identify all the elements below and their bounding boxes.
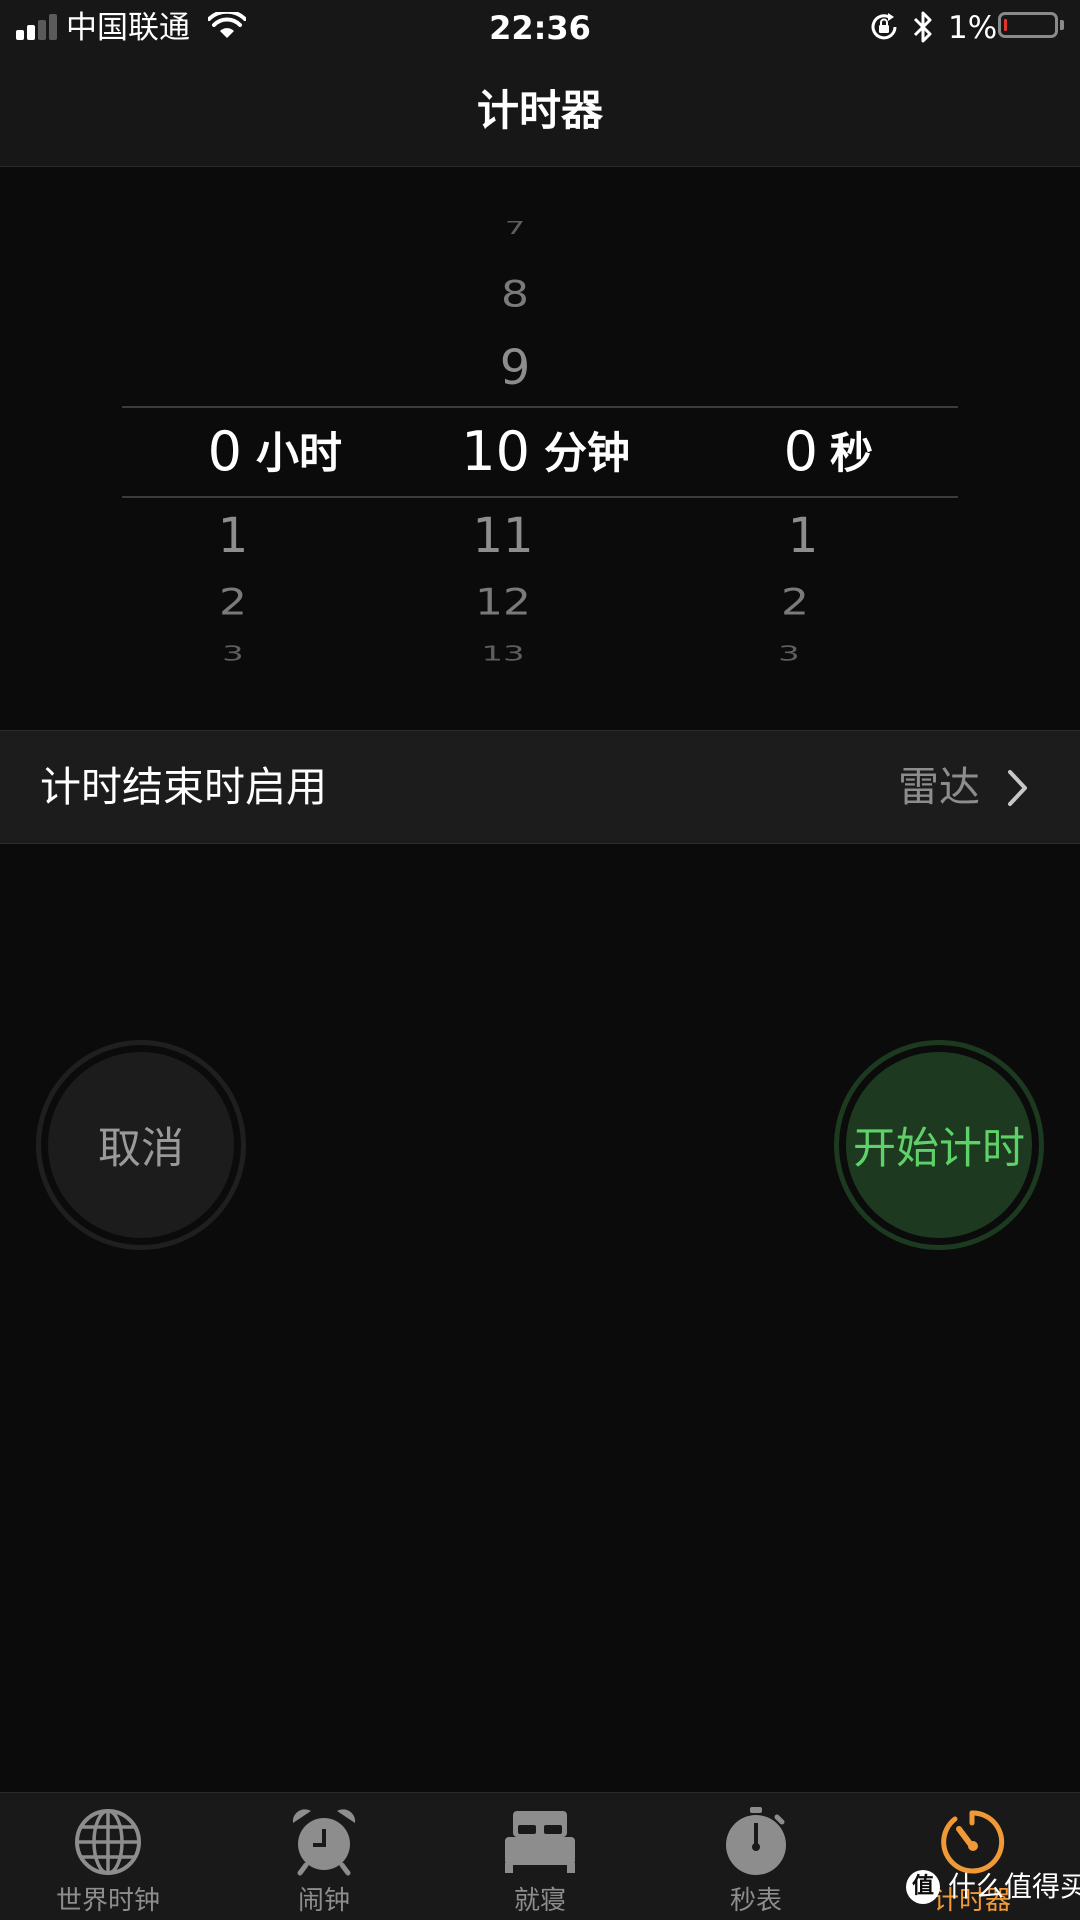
alarm-clock-icon [292, 1809, 356, 1876]
duration-picker[interactable]: 0 小时 1 2 3 7 8 9 10 分钟 11 12 13 0 秒 1 2 … [0, 168, 1080, 728]
cancel-button-label: 取消 [98, 1124, 184, 1174]
cancel-button[interactable]: 取消 [36, 1040, 246, 1250]
tab-label: 世界时钟 [55, 1886, 160, 1916]
bed-icon [505, 1811, 575, 1873]
seconds-option[interactable]: 2 [760, 581, 830, 625]
picker-selection-top-line [122, 406, 958, 408]
minutes-selected-value: 10 [461, 420, 530, 483]
minutes-option[interactable]: 13 [458, 642, 548, 666]
tab-label: 闹钟 [297, 1886, 350, 1916]
watermark-badge: 值 [906, 1870, 940, 1904]
hours-option[interactable]: 2 [196, 581, 270, 625]
globe-icon [75, 1809, 141, 1875]
start-button-label: 开始计时 [853, 1124, 1025, 1174]
navigation-bar: 计时器 [0, 56, 1080, 167]
minutes-option[interactable]: 9 [470, 338, 560, 398]
hours-unit-label: 小时 [256, 429, 342, 479]
start-timer-button[interactable]: 开始计时 [834, 1040, 1044, 1250]
bluetooth-icon [913, 11, 932, 43]
tab-stopwatch[interactable]: 秒表 [648, 1793, 864, 1920]
minutes-option[interactable]: 11 [458, 506, 548, 566]
seconds-option[interactable]: 1 [768, 506, 838, 566]
when-timer-ends-label: 计时结束时启用 [40, 763, 327, 811]
tab-bedtime[interactable]: 就寝 [432, 1793, 648, 1920]
tab-world-clock[interactable]: 世界时钟 [0, 1793, 216, 1920]
watermark-text: 什么值得买 [948, 1870, 1080, 1903]
picker-selection-bottom-line [122, 496, 958, 498]
hours-selected-value: 0 [207, 420, 242, 483]
seconds-unit-label: 秒 [830, 429, 873, 479]
minutes-option[interactable]: 12 [458, 581, 548, 625]
ringtone-value: 雷达 [898, 763, 980, 811]
minutes-option[interactable]: 7 [470, 218, 560, 238]
seconds-option[interactable]: 3 [754, 642, 824, 666]
minutes-unit-label: 分钟 [544, 429, 630, 479]
battery-cap [1060, 20, 1064, 30]
seconds-selected-value: 0 [783, 420, 818, 483]
minutes-option[interactable]: 8 [470, 273, 560, 317]
timer-screen: 中国联通 22:36 1% 计时器 0 小时 1 2 3 7 8 9 10 分钟… [0, 0, 1080, 1920]
tab-label: 就寝 [513, 1886, 566, 1916]
status-bar: 中国联通 22:36 1% [0, 0, 1080, 56]
battery-icon [998, 12, 1058, 38]
hours-option[interactable]: 1 [196, 506, 270, 566]
tab-alarm[interactable]: 闹钟 [216, 1793, 432, 1920]
stopwatch-icon [726, 1807, 786, 1875]
timer-icon [941, 1810, 1005, 1874]
rotation-lock-icon [871, 13, 897, 40]
hours-option[interactable]: 3 [196, 642, 270, 666]
battery-percent: 1% [948, 10, 998, 46]
page-title: 计时器 [476, 86, 603, 135]
tab-label: 秒表 [729, 1886, 782, 1916]
chevron-right-icon [1008, 770, 1027, 806]
when-timer-ends-row[interactable]: 计时结束时启用 雷达 [0, 730, 1080, 844]
